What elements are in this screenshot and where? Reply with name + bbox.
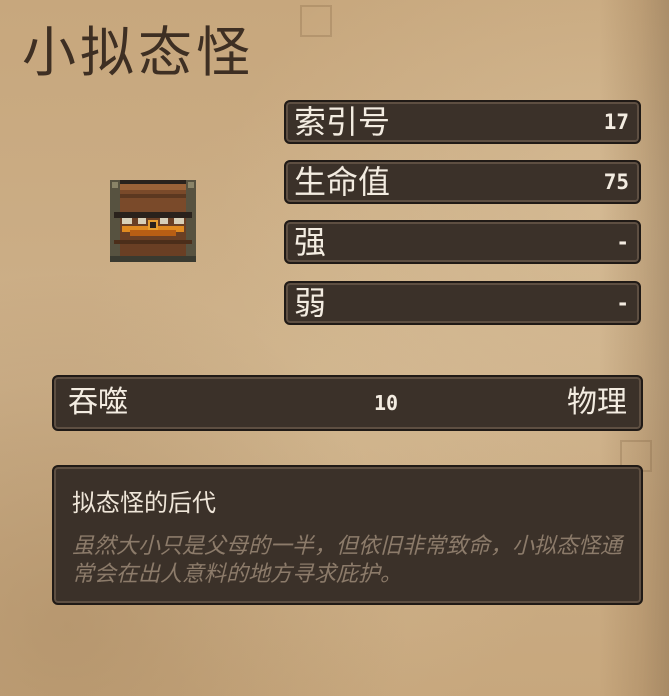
monster-name: 小拟态怪 <box>22 21 254 84</box>
stat-hp: 生命值 75 <box>284 160 641 204</box>
stat-index-label: 索引号 <box>294 103 391 141</box>
description-text: 虽然大小只是父母的一半，但依旧非常致命，小拟态怪通常会在出人意料的地方寻求庇护。 <box>72 534 623 587</box>
mimic-chest-icon <box>110 180 196 262</box>
stat-hp-value: 75 <box>603 170 629 194</box>
attack-name: 吞噬 <box>68 385 128 420</box>
description-panel: 拟态怪的后代 虽然大小只是父母的一半，但依旧非常致命，小拟态怪通常会在出人意料的… <box>52 465 643 605</box>
stat-weak: 弱 - <box>284 281 641 325</box>
stat-index-value: 17 <box>603 110 629 134</box>
attack-type: 物理 <box>567 385 627 420</box>
attack-row: 吞噬 10 物理 <box>52 375 643 431</box>
stat-strong-value: - <box>616 230 629 254</box>
stat-index: 索引号 17 <box>284 100 641 144</box>
stat-weak-label: 弱 <box>294 284 327 322</box>
stat-strong-label: 强 <box>294 223 327 261</box>
stat-strong: 强 - <box>284 220 641 264</box>
background-tile-mark <box>300 5 332 37</box>
attack-value: 10 <box>374 391 399 415</box>
stat-weak-value: - <box>616 291 629 315</box>
stat-hp-label: 生命值 <box>294 163 391 201</box>
description-title: 拟态怪的后代 <box>72 489 216 517</box>
